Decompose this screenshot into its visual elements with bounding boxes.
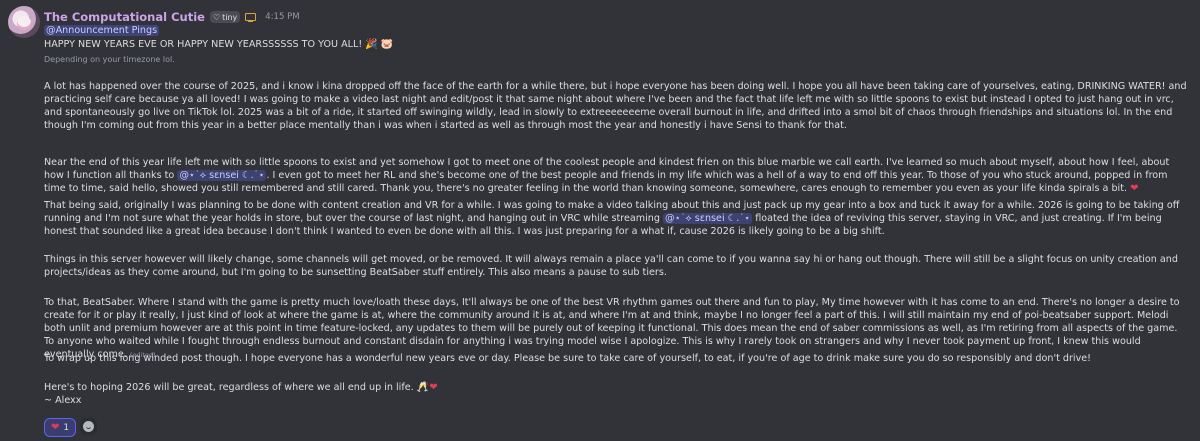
reaction-count: 1: [63, 422, 70, 433]
heart-icon: ❤: [1130, 183, 1139, 194]
avatar[interactable]: [8, 6, 40, 38]
pig-icon: 🐷: [380, 39, 394, 50]
heart-icon-2: ❤: [429, 382, 438, 393]
paragraph-1: A lot has happened over the course of 20…: [44, 81, 1187, 131]
paragraph-7-text: Here's to hoping 2026 will be great, reg…: [44, 382, 414, 393]
paragraph-4: Things in this server however will likel…: [44, 254, 1178, 278]
paragraph-2: Near the end of this year life left me w…: [44, 156, 1190, 195]
headline-line: HAPPY NEW YEARS EVE OR HAPPY NEW YEARSSS…: [44, 38, 393, 51]
mention-line: @Announcement Pings: [44, 24, 160, 37]
heart-reaction[interactable]: ❤ 1: [44, 418, 77, 437]
server-tag[interactable]: ♡ tiny: [209, 11, 241, 23]
add-reaction-button[interactable]: [80, 418, 98, 435]
smile-icon: [83, 421, 95, 432]
subtext: Depending on your timezone lol.: [44, 55, 175, 64]
heart-reaction-icon: ❤: [51, 421, 60, 433]
paragraph-6: To wrap up this long winded post though.…: [44, 353, 1092, 364]
paragraph-3: That being said, originally I was planni…: [44, 199, 1190, 238]
paragraph-7: Here's to hoping 2026 will be great, reg…: [44, 381, 1190, 394]
clinking-glasses-icon: 🥂: [416, 382, 430, 393]
user-mention-2[interactable]: @⋆˙⟡ sɛnsei ☾.˙⋆: [663, 213, 753, 224]
timestamp: 4:15 PM: [265, 12, 300, 22]
paragraph-5-text: To that, BeatSaber. Where I stand with t…: [44, 297, 1180, 360]
reactions-bar: ❤ 1: [44, 418, 98, 437]
username[interactable]: The Computational Cutie: [44, 10, 205, 24]
user-mention[interactable]: @⋆˙⟡ sɛnsei ☾.˙⋆: [177, 170, 267, 181]
party-popper-icon: 🎉: [365, 39, 378, 50]
heart-outline-icon: ♡: [212, 12, 221, 22]
signoff: ~ Alexx: [44, 395, 82, 406]
message: The Computational Cutie ♡ tiny 4:15 PM @…: [0, 0, 1200, 441]
headline: HAPPY NEW YEARS EVE OR HAPPY NEW YEARSSS…: [44, 39, 363, 50]
monitor-icon: [245, 12, 257, 22]
server-tag-label: tiny: [222, 12, 238, 22]
role-mention[interactable]: @Announcement Pings: [44, 25, 160, 36]
